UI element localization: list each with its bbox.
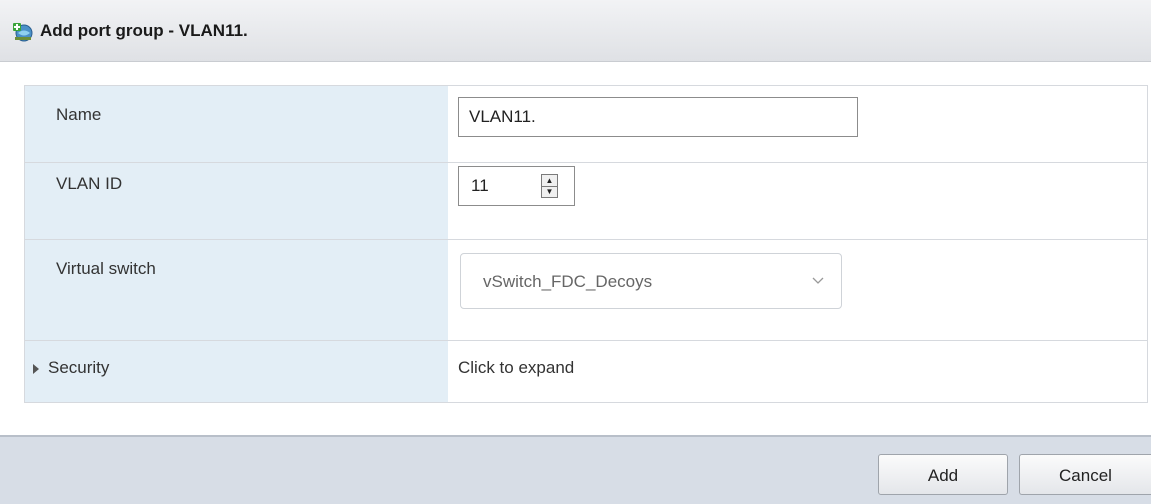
name-label-cell: Name: [25, 86, 448, 162]
security-value-cell[interactable]: Click to expand: [448, 341, 1147, 402]
vlan-id-label: VLAN ID: [56, 174, 123, 193]
add-button[interactable]: Add: [878, 454, 1008, 495]
dialog-titlebar: Add port group - VLAN11.: [0, 0, 1151, 62]
dialog-title: Add port group - VLAN11.: [40, 21, 248, 40]
chevron-down-icon: [812, 277, 824, 284]
port-group-form: Name VLAN ID 11 ▲ ▼ Virtual switch vSwit…: [24, 85, 1148, 403]
vlan-id-value-cell: 11 ▲ ▼: [448, 163, 1147, 239]
security-expand-text[interactable]: Click to expand: [458, 358, 574, 378]
spin-down-icon[interactable]: ▼: [542, 186, 557, 197]
virtual-switch-selected: vSwitch_FDC_Decoys: [483, 272, 653, 291]
vlan-id-row: VLAN ID 11 ▲ ▼: [25, 163, 1147, 240]
name-label: Name: [56, 105, 102, 124]
expand-arrow-icon[interactable]: [33, 364, 39, 374]
cancel-button[interactable]: Cancel: [1019, 454, 1151, 495]
network-add-icon: [13, 23, 33, 42]
virtual-switch-row: Virtual switch vSwitch_FDC_Decoys: [25, 240, 1147, 341]
dialog-footer: Add Cancel: [0, 435, 1151, 504]
name-row: Name: [25, 86, 1147, 163]
virtual-switch-select[interactable]: vSwitch_FDC_Decoys: [460, 253, 842, 309]
security-label-cell[interactable]: Security: [25, 341, 448, 402]
virtual-switch-label-cell: Virtual switch: [25, 240, 448, 340]
virtual-switch-value-cell: vSwitch_FDC_Decoys: [448, 240, 1147, 340]
vlan-id-label-cell: VLAN ID: [25, 163, 448, 239]
vlan-id-stepper[interactable]: 11 ▲ ▼: [458, 166, 575, 206]
vlan-id-spin-buttons[interactable]: ▲ ▼: [541, 174, 558, 198]
name-value-cell: [448, 86, 1147, 162]
security-label[interactable]: Security: [48, 358, 109, 378]
name-input[interactable]: [458, 97, 858, 137]
security-row[interactable]: Security Click to expand: [25, 341, 1147, 402]
vlan-id-value[interactable]: 11: [471, 176, 489, 196]
virtual-switch-label: Virtual switch: [56, 259, 156, 278]
